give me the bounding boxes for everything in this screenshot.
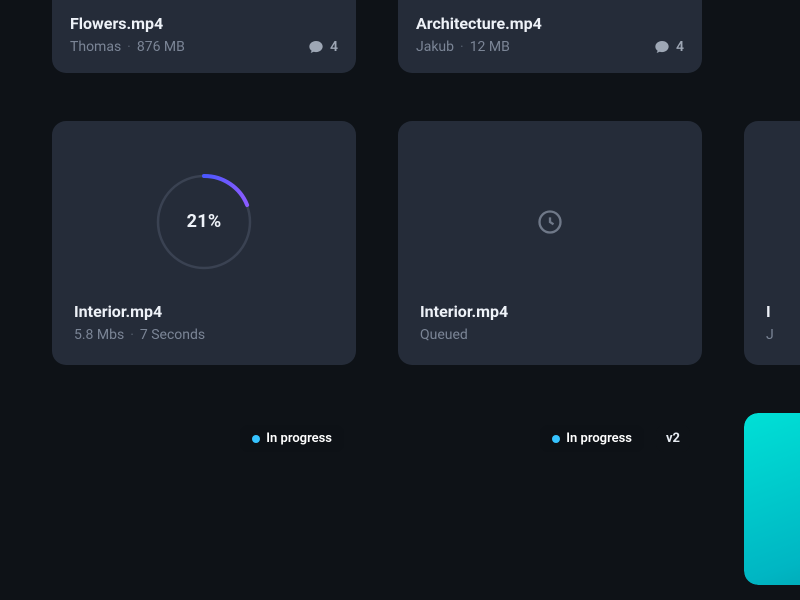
card-meta: Interior.mp4 Queued (420, 302, 680, 343)
upload-speed: 5.8 Mbs (74, 327, 124, 343)
author-initial: J (766, 327, 774, 343)
clock-icon (536, 208, 564, 236)
comment-count: 4 (676, 39, 684, 55)
status-pill: In progress (240, 425, 344, 452)
file-title: Interior.mp4 (74, 302, 334, 321)
comments-button[interactable]: 4 (308, 39, 338, 55)
thumbnail-art (744, 413, 800, 585)
file-size: 12 MB (470, 39, 510, 55)
media-card[interactable]: In progress (52, 413, 356, 585)
thumbnail[interactable]: In progress (52, 413, 356, 585)
author-label: Thomas (70, 39, 121, 55)
upload-eta: 7 Seconds (140, 327, 205, 343)
queued-indicator (766, 141, 800, 302)
author-label: Jakub (416, 39, 454, 55)
card-meta: I J (766, 302, 800, 343)
upload-card[interactable]: 21% Interior.mp4 5.8 Mbs · 7 Seconds (52, 121, 356, 365)
progress-ring: 21% (74, 141, 334, 302)
card-meta: Flowers.mp4 Thomas · 876 MB 4 (52, 0, 356, 73)
file-title: Flowers.mp4 (70, 14, 338, 33)
separator-dot: · (130, 327, 134, 343)
media-card[interactable]: 02:23 Flowers.mp4 Thomas · 876 MB 4 (52, 0, 356, 73)
file-title-initial: I (766, 302, 800, 321)
queued-card-partial[interactable]: I J (744, 121, 800, 365)
separator-dot: · (127, 39, 131, 55)
status-pill: In progress (540, 425, 644, 452)
card-meta: Interior.mp4 5.8 Mbs · 7 Seconds (74, 302, 334, 343)
media-card[interactable]: TA TA In progress v2 (398, 413, 702, 585)
progress-percent: 21% (187, 211, 222, 232)
queued-status: Queued (420, 327, 468, 343)
file-title: Architecture.mp4 (416, 14, 684, 33)
comments-button[interactable]: 4 (654, 39, 684, 55)
media-card[interactable]: 05:19 Architecture.mp4 Jakub · 12 MB 4 (398, 0, 702, 73)
status-dot-icon (552, 435, 560, 443)
comment-count: 4 (330, 39, 338, 55)
status-dot-icon (252, 435, 260, 443)
comment-icon (308, 39, 324, 55)
file-size: 876 MB (137, 39, 185, 55)
separator-dot: · (460, 39, 464, 55)
queued-card[interactable]: Interior.mp4 Queued (398, 121, 702, 365)
comment-icon (654, 39, 670, 55)
status-label: In progress (266, 431, 332, 446)
file-title: Interior.mp4 (420, 302, 680, 321)
placeholder (744, 0, 800, 73)
thumbnail[interactable]: TA TA In progress v2 (398, 413, 702, 585)
card-meta: Architecture.mp4 Jakub · 12 MB 4 (398, 0, 702, 73)
version-badge: v2 (656, 425, 690, 452)
queued-indicator (420, 141, 680, 302)
status-label: In progress (566, 431, 632, 446)
media-card[interactable] (744, 413, 800, 585)
thumbnail[interactable] (744, 413, 800, 585)
